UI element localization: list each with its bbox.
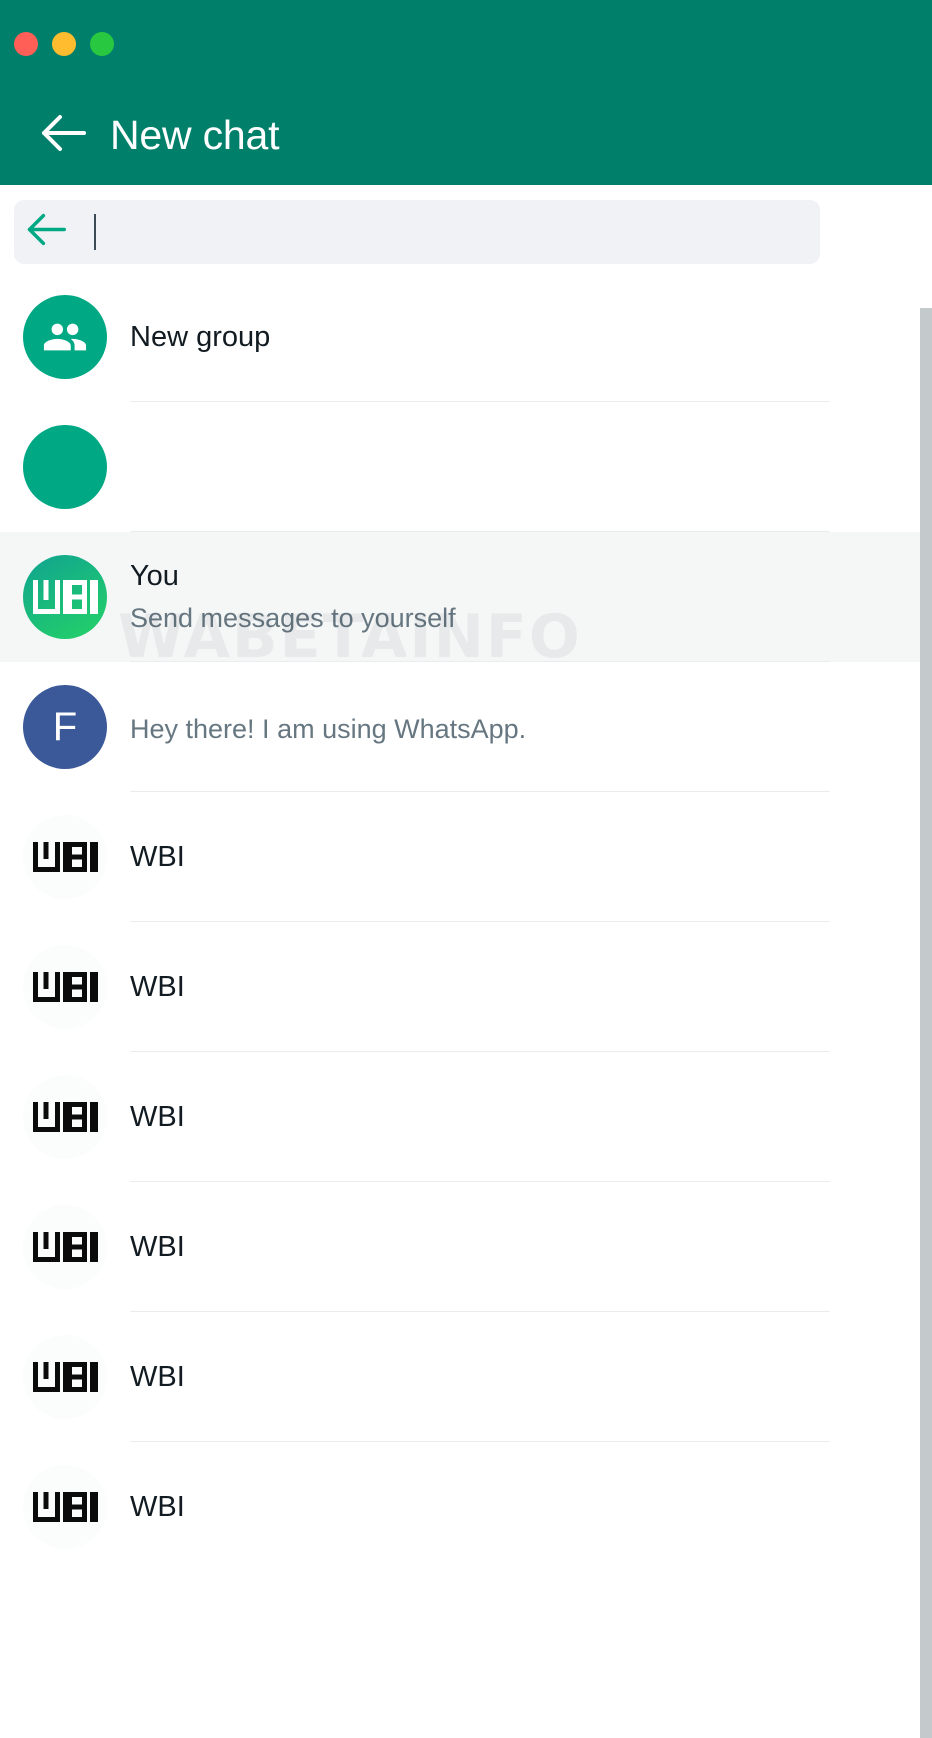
list-item-contact-wbi-4[interactable]: WBI	[0, 1182, 932, 1312]
traffic-lights	[14, 32, 114, 56]
avatar	[23, 1205, 107, 1289]
list-item-contact-wbi-5[interactable]: WBI	[0, 1312, 932, 1442]
wbi-logo-icon	[32, 972, 98, 1002]
list-item-title: WBI	[130, 1360, 185, 1393]
scrollbar-thumb[interactable]	[920, 308, 932, 1738]
search-back-button[interactable]	[14, 213, 78, 251]
wbi-logo-icon	[32, 1492, 98, 1522]
text-cell: WBI	[130, 1359, 932, 1395]
list-item-subtitle: Hey there! I am using WhatsApp.	[130, 714, 527, 745]
list-item-title: You	[130, 560, 179, 593]
text-cell: WBI	[130, 1099, 932, 1135]
window-titlebar: New chat	[0, 0, 932, 185]
wbi-logo-icon	[32, 1232, 98, 1262]
avatar-cell	[0, 815, 130, 899]
wbi-logo-icon	[32, 1102, 98, 1132]
avatar	[23, 815, 107, 899]
list-item-contact-wbi-6[interactable]: WBI	[0, 1442, 932, 1572]
list-item-title: WBI	[130, 1490, 185, 1523]
avatar	[23, 1465, 107, 1549]
list-item-contact-wbi-1[interactable]: WBI	[0, 792, 932, 922]
text-cell: WBI	[130, 839, 932, 875]
list-item-contact-wbi-3[interactable]: WBI	[0, 1052, 932, 1182]
avatar	[23, 555, 107, 639]
avatar-cell	[0, 425, 130, 509]
avatar-initial: F	[52, 705, 78, 749]
wbi-logo-icon	[32, 842, 98, 872]
back-button[interactable]	[30, 114, 96, 157]
list-item-message-yourself[interactable]: You Send messages to yourself	[0, 532, 932, 662]
text-cell: WBI	[130, 1489, 932, 1525]
avatar-cell	[0, 555, 130, 639]
list-item-subtitle: Send messages to yourself	[130, 602, 456, 633]
search-input[interactable]	[94, 210, 820, 254]
search-field[interactable]	[78, 200, 820, 264]
avatar	[23, 295, 107, 379]
list-item-contact-wbi-2[interactable]: WBI	[0, 922, 932, 1052]
maximize-button[interactable]	[90, 32, 114, 56]
avatar	[23, 1075, 107, 1159]
wbi-logo-icon	[32, 580, 98, 614]
list-item-title: WBI	[130, 1230, 185, 1263]
page-title: New chat	[110, 111, 280, 158]
avatar-cell: F	[0, 685, 130, 769]
contact-list[interactable]: WABETAINFO New group	[0, 272, 932, 1738]
avatar-cell	[0, 945, 130, 1029]
avatar	[23, 425, 107, 509]
list-item-new-group[interactable]: New group	[0, 272, 932, 402]
text-caret	[94, 214, 96, 250]
avatar-cell	[0, 1075, 130, 1159]
text-cell: New group	[130, 319, 932, 355]
text-cell: WBI	[130, 969, 932, 1005]
whatsapp-new-chat-window: New chat WABETAINFO	[0, 0, 932, 1738]
close-button[interactable]	[14, 32, 38, 56]
avatar	[23, 1335, 107, 1419]
avatar	[23, 945, 107, 1029]
search-bar	[14, 200, 820, 264]
vertical-scrollbar[interactable]	[918, 272, 932, 1738]
minimize-button[interactable]	[52, 32, 76, 56]
list-item-contact-f[interactable]: F Hey there! I am using WhatsApp.	[0, 662, 932, 792]
avatar-cell	[0, 1335, 130, 1419]
text-cell: You Send messages to yourself	[130, 558, 932, 635]
arrow-left-icon	[40, 114, 86, 157]
text-cell: Hey there! I am using WhatsApp.	[130, 706, 932, 747]
list-item-title: New group	[130, 320, 271, 353]
wbi-logo-icon	[32, 1362, 98, 1392]
list-item-title: WBI	[130, 1100, 185, 1133]
arrow-left-icon	[26, 213, 66, 251]
header-bar: New chat	[0, 100, 932, 170]
list-item-new-contact[interactable]	[0, 402, 932, 532]
list-item-title: WBI	[130, 970, 185, 1003]
list-item-title: WBI	[130, 840, 185, 873]
text-cell: WBI	[130, 1229, 932, 1265]
avatar: F	[23, 685, 107, 769]
avatar-cell	[0, 1465, 130, 1549]
people-icon	[42, 314, 88, 360]
avatar-cell	[0, 1205, 130, 1289]
avatar-cell	[0, 295, 130, 379]
